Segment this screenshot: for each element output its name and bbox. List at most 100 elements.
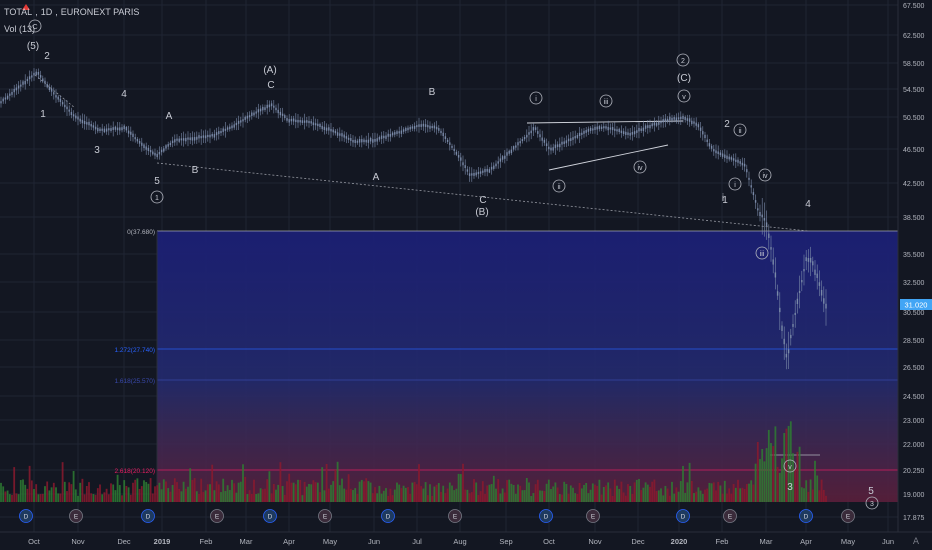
volume-bar bbox=[246, 494, 249, 502]
event-marker-dividend[interactable]: D bbox=[381, 509, 395, 523]
volume-bar bbox=[112, 484, 115, 502]
candle-body bbox=[152, 151, 154, 155]
candle-body bbox=[790, 334, 792, 339]
wave-label: 1 bbox=[40, 109, 46, 120]
volume-bar bbox=[171, 484, 174, 502]
event-marker-earnings[interactable]: E bbox=[318, 509, 332, 523]
volume-bar bbox=[512, 485, 515, 502]
volume-bar bbox=[556, 487, 559, 502]
time-axis[interactable]: Oct Nov Dec 2019 Feb Mar Apr May Jun Jul Aug Sep Oct… bbox=[0, 531, 932, 550]
volume-bar bbox=[567, 493, 570, 502]
candle-body bbox=[262, 106, 264, 111]
volume-bar bbox=[187, 486, 189, 502]
candle-body bbox=[583, 130, 585, 134]
time-tick-label: Sep bbox=[499, 537, 512, 546]
price-tick-label: 42.500 bbox=[903, 181, 925, 188]
candle-body bbox=[308, 120, 310, 124]
candle-body bbox=[132, 133, 134, 137]
candle-body bbox=[730, 157, 733, 160]
volume-bar bbox=[743, 488, 746, 502]
volume-bar bbox=[488, 484, 491, 502]
volume-bar bbox=[772, 446, 775, 502]
candle-body bbox=[264, 107, 266, 110]
wave-label: (B) bbox=[475, 207, 488, 218]
candle-body bbox=[554, 144, 557, 149]
replay-icon[interactable]: A bbox=[913, 537, 920, 547]
volume-bar bbox=[248, 490, 251, 502]
candle-body bbox=[521, 139, 524, 142]
candle-body bbox=[94, 126, 97, 130]
volume-bar bbox=[620, 481, 623, 502]
event-marker-earnings[interactable]: E bbox=[841, 509, 855, 523]
volume-bar bbox=[618, 488, 621, 502]
event-marker-dividend[interactable]: D bbox=[539, 509, 553, 523]
candle-body bbox=[235, 122, 238, 126]
volume-bar bbox=[165, 481, 167, 502]
volume-bar bbox=[360, 479, 363, 502]
event-marker-earnings[interactable]: E bbox=[723, 509, 737, 523]
candle-body bbox=[653, 122, 656, 126]
volume-bar bbox=[574, 493, 577, 502]
wave-label: 3 bbox=[787, 482, 793, 493]
candle-body bbox=[180, 138, 183, 141]
interval-label[interactable]: 1D bbox=[41, 7, 53, 17]
candle-body bbox=[706, 139, 708, 143]
event-marker-dividend[interactable]: D bbox=[141, 509, 155, 523]
volume-bar bbox=[387, 495, 390, 502]
volume-bar bbox=[327, 488, 330, 502]
event-marker-dividend[interactable]: D bbox=[799, 509, 813, 523]
volume-bar bbox=[259, 488, 262, 502]
candle-body bbox=[442, 132, 444, 137]
candle-body bbox=[114, 126, 117, 130]
volume-bar bbox=[655, 490, 658, 502]
price-axis[interactable]: 67.500 62.500 58.500 54.500 50.500 46.500 42.5… bbox=[897, 0, 932, 532]
volume-bar bbox=[330, 484, 332, 502]
event-marker-earnings[interactable]: E bbox=[69, 509, 83, 523]
event-marker-earnings[interactable]: E bbox=[586, 509, 600, 523]
volume-bar bbox=[774, 426, 777, 502]
candle-body bbox=[248, 115, 251, 118]
volume-bar bbox=[202, 492, 205, 502]
candle-body bbox=[292, 118, 295, 122]
volume-bar bbox=[517, 484, 519, 502]
time-tick-label: 2019 bbox=[154, 537, 171, 546]
volume-bar bbox=[224, 490, 227, 502]
candle-body bbox=[145, 146, 147, 150]
wave-label: iv bbox=[637, 165, 643, 172]
event-marker-earnings[interactable]: E bbox=[448, 509, 462, 523]
candle-body bbox=[218, 131, 220, 135]
volume-bar bbox=[299, 479, 302, 502]
event-marker-earnings[interactable]: E bbox=[210, 509, 224, 523]
volume-bar bbox=[314, 482, 317, 502]
candle-body bbox=[486, 168, 488, 172]
event-marker-dividend[interactable]: D bbox=[263, 509, 277, 523]
candle-body bbox=[724, 154, 726, 158]
volume-bar bbox=[162, 479, 165, 502]
candle-body bbox=[28, 76, 31, 80]
event-marker-dividend[interactable]: D bbox=[19, 509, 33, 523]
volume-bar bbox=[30, 480, 33, 502]
volume-bar bbox=[605, 485, 607, 502]
volume-bar bbox=[270, 493, 273, 502]
volume-bar bbox=[242, 464, 244, 502]
volume-bar bbox=[646, 484, 649, 502]
candle-body bbox=[495, 163, 497, 167]
volume-bar bbox=[15, 493, 18, 502]
price-chart[interactable]: 0(37.680) 1.272(27.740) 1.618(25.570) 2.618… bbox=[0, 0, 932, 550]
candle-body bbox=[614, 128, 616, 131]
volume-bar bbox=[752, 484, 755, 502]
volume-bar bbox=[52, 482, 55, 502]
volume-bar bbox=[156, 485, 159, 502]
candle-body bbox=[204, 135, 207, 139]
event-marker-dividend[interactable]: D bbox=[676, 509, 690, 523]
candle-body bbox=[68, 109, 70, 112]
symbol-name[interactable]: TOTAL bbox=[4, 7, 32, 17]
volume-indicator-label[interactable]: Vol (13) bbox=[4, 24, 35, 34]
candle-body bbox=[523, 136, 526, 140]
wave-label: C bbox=[267, 80, 274, 91]
time-tick-label: Feb bbox=[200, 537, 213, 546]
volume-bar bbox=[41, 493, 44, 502]
wave-label: 4 bbox=[805, 199, 811, 210]
candle-body bbox=[301, 120, 304, 123]
volume-bar bbox=[363, 481, 365, 502]
